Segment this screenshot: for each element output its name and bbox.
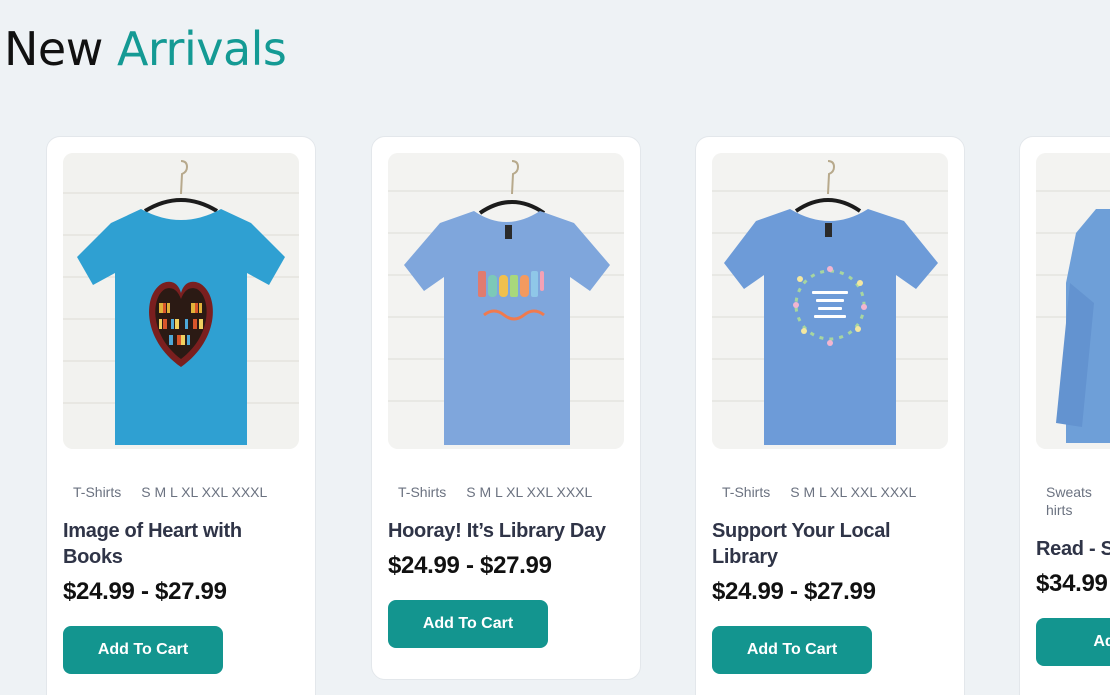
product-meta: T-Shirts S M L XL XXL XXXL [388, 483, 624, 501]
product-category: T-Shirts [398, 484, 447, 500]
product-title[interactable]: Read - S [1036, 536, 1110, 562]
product-price: $24.99 - $27.99 [63, 578, 227, 606]
heading-word-arrivals: Arrivals [116, 22, 287, 76]
add-to-cart-button[interactable]: Add To Cart [63, 626, 223, 675]
product-meta: T-Shirts S M L XL XXL XXXL [712, 483, 948, 501]
product-sizes: S M L XL XXL XXXL [466, 484, 593, 500]
product-sizes: S M L XL XXL XXXL [141, 484, 268, 500]
section-heading: New Arrivals [4, 22, 287, 77]
product-title[interactable]: Support Your Local Library [712, 518, 948, 570]
product-title[interactable]: Image of Heart with Books [63, 518, 299, 570]
add-to-cart-button[interactable]: Add To Cart [712, 626, 872, 675]
heading-word-new: New [4, 22, 103, 76]
product-image[interactable] [1036, 153, 1110, 449]
product-meta: T-Shirts S M L XL XXL XXXL [63, 483, 299, 501]
product-image[interactable] [63, 153, 299, 449]
sweatshirt-image [1036, 153, 1110, 449]
product-title[interactable]: Hooray! It’s Library Day [388, 518, 624, 544]
product-price: $24.99 - $27.99 [712, 578, 876, 606]
product-price: $34.99 [1036, 570, 1108, 598]
add-to-cart-button[interactable]: Add To Cart [388, 600, 548, 649]
product-price: $24.99 - $27.99 [388, 552, 552, 580]
tshirt-support-library-image [712, 153, 948, 449]
product-card[interactable]: T-Shirts S M L XL XXL XXXL Support Your … [695, 136, 965, 695]
tshirt-hooray-image [388, 153, 624, 449]
product-category: T-Shirts [73, 484, 122, 500]
product-card-clip: Sweatshirts Read - S $34.99 Add T [1019, 136, 1110, 695]
product-image[interactable] [388, 153, 624, 449]
product-card[interactable]: T-Shirts S M L XL XXL XXXL Hooray! It’s … [371, 136, 641, 680]
tshirt-heart-image [63, 153, 299, 449]
product-sizes: S M L XL XXL XXXL [790, 484, 917, 500]
product-image[interactable] [712, 153, 948, 449]
product-category: T-Shirts [722, 484, 771, 500]
product-category: Sweatshirts [1046, 484, 1092, 519]
product-card[interactable]: T-Shirts S M L XL XXL XXXL Image of Hear… [46, 136, 316, 695]
add-to-cart-button[interactable]: Add T [1036, 618, 1110, 667]
product-meta: Sweatshirts [1036, 483, 1106, 519]
product-card[interactable]: Sweatshirts Read - S $34.99 Add T [1019, 136, 1110, 695]
